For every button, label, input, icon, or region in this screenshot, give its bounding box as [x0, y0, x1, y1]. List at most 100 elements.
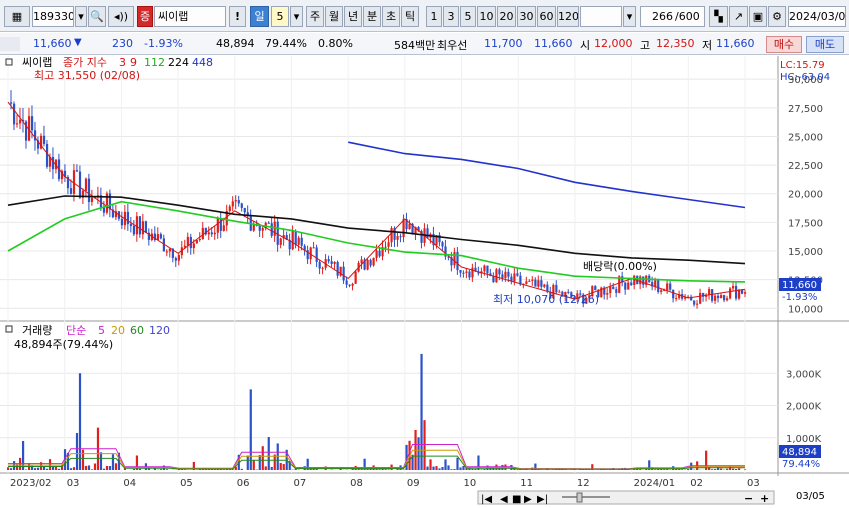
period-button-5[interactable]: 틱: [401, 6, 419, 27]
volume-bar: [262, 446, 264, 470]
period-button-1[interactable]: 월: [325, 6, 343, 27]
save-icon[interactable]: ▣: [749, 6, 767, 27]
candle-body: [384, 247, 386, 248]
candle-body: [693, 301, 695, 305]
volume-bar: [280, 463, 282, 470]
candle-body: [19, 120, 21, 123]
volume-bar: [247, 456, 249, 470]
candle-body: [133, 226, 135, 234]
candle-body: [79, 172, 81, 198]
scroll-stop-icon[interactable]: ■: [512, 494, 521, 505]
volume-bar: [265, 466, 267, 470]
price-tick-label: 10,000: [788, 304, 823, 315]
sell-button[interactable]: 매도: [806, 36, 844, 53]
volume-bar: [687, 469, 689, 470]
stock-code-input[interactable]: 189330: [32, 6, 74, 27]
minute-button-120[interactable]: 120: [557, 6, 579, 27]
period-button-4[interactable]: 초: [382, 6, 400, 27]
candle-body: [292, 231, 294, 249]
volume-bar: [271, 467, 273, 470]
period-day-button[interactable]: 일: [250, 6, 269, 27]
candle-body: [741, 290, 743, 294]
count-input[interactable]: 266: [640, 6, 675, 27]
candle-body: [301, 238, 303, 246]
chart-area[interactable]: 10,00012,50015,00017,50020,00022,50025,0…: [0, 56, 849, 505]
minute-dropdown-icon[interactable]: ▾: [623, 6, 636, 27]
volume-bar: [432, 467, 434, 470]
minute-button-60[interactable]: 60: [537, 6, 556, 27]
candle-body: [370, 260, 372, 266]
open-label: 시: [580, 37, 590, 53]
chart-scrollbar[interactable]: |◀ ◀ ■ ▶ ▶| + −: [478, 491, 774, 505]
period-n-dropdown-icon[interactable]: ▾: [290, 6, 303, 27]
minute-button-30[interactable]: 30: [517, 6, 536, 27]
candle-body: [190, 237, 192, 248]
date-field[interactable]: 2024/03/05: [788, 6, 846, 27]
volume-bar: [420, 354, 422, 470]
minute-button-20[interactable]: 20: [497, 6, 516, 27]
candle-body: [666, 283, 668, 290]
candle-body: [187, 237, 189, 246]
candle-body: [277, 222, 279, 245]
candle-body: [462, 273, 464, 274]
grid-icon[interactable]: ▦: [4, 6, 30, 27]
vol-ma-legend-60: 60: [130, 324, 144, 337]
candle-body: [355, 272, 357, 284]
speaker-icon[interactable]: ◂)): [108, 6, 134, 27]
scroll-first-icon[interactable]: |◀: [481, 494, 492, 505]
scroll-prev-icon[interactable]: ◀: [500, 494, 508, 505]
scroll-next-icon[interactable]: ▶: [524, 494, 532, 505]
volume-bar: [268, 437, 270, 470]
candle-body: [208, 232, 210, 234]
x-axis-label: 2023/02: [10, 478, 52, 489]
minute-button-1[interactable]: 1: [426, 6, 442, 27]
minute-button-10[interactable]: 10: [477, 6, 496, 27]
zoom-in-icon[interactable]: +: [760, 492, 769, 505]
candle-body: [211, 232, 213, 234]
period-button-3[interactable]: 분: [363, 6, 381, 27]
buy-button[interactable]: 매수: [766, 36, 802, 53]
minute-button-3[interactable]: 3: [443, 6, 459, 27]
period-day-n-input[interactable]: 5: [271, 6, 289, 27]
volume-bar: [46, 469, 48, 470]
stock-name-field[interactable]: 씨이랩: [154, 6, 226, 27]
price-tick-label: 27,500: [788, 104, 823, 115]
candle-body: [313, 247, 315, 248]
down-arrow-icon: ▼: [74, 37, 82, 48]
volume-bar: [435, 466, 437, 470]
candle-body: [441, 242, 443, 246]
candle-body: [16, 123, 18, 124]
candle-body: [295, 231, 297, 245]
candle-type-icon[interactable]: ▚: [709, 6, 728, 27]
search-icon[interactable]: 🔍: [88, 6, 106, 27]
minute-custom-input[interactable]: [580, 6, 622, 27]
volume-bar: [711, 469, 713, 470]
volume-bar: [250, 389, 252, 470]
scroll-last-icon[interactable]: ▶|: [537, 494, 548, 505]
candle-body: [555, 285, 557, 292]
line-tool-icon[interactable]: ↗: [729, 6, 748, 27]
period-button-0[interactable]: 주: [306, 6, 324, 27]
candle-body: [495, 269, 497, 282]
candle-body: [130, 224, 132, 226]
volume-bar: [384, 469, 386, 470]
candle-body: [52, 157, 54, 169]
alert-button[interactable]: !: [229, 6, 246, 27]
zoom-handle[interactable]: [577, 493, 582, 502]
candle-body: [708, 289, 710, 295]
candle-body: [142, 221, 144, 234]
zoom-out-icon[interactable]: −: [744, 492, 753, 505]
high-price: 12,350: [656, 37, 695, 50]
candle-body: [121, 219, 123, 225]
volume-tag-pct: 79.44%: [782, 459, 820, 470]
gear-icon[interactable]: ⚙: [768, 6, 786, 27]
period-button-2[interactable]: 년: [344, 6, 362, 27]
candle-body: [199, 239, 201, 240]
minute-button-5[interactable]: 5: [460, 6, 476, 27]
volume-bar: [726, 469, 728, 470]
code-dropdown-icon[interactable]: ▾: [75, 6, 87, 27]
volume-bar: [441, 467, 443, 470]
volume-bar: [438, 468, 440, 470]
volume-bar: [456, 458, 458, 470]
candle-body: [546, 285, 548, 292]
